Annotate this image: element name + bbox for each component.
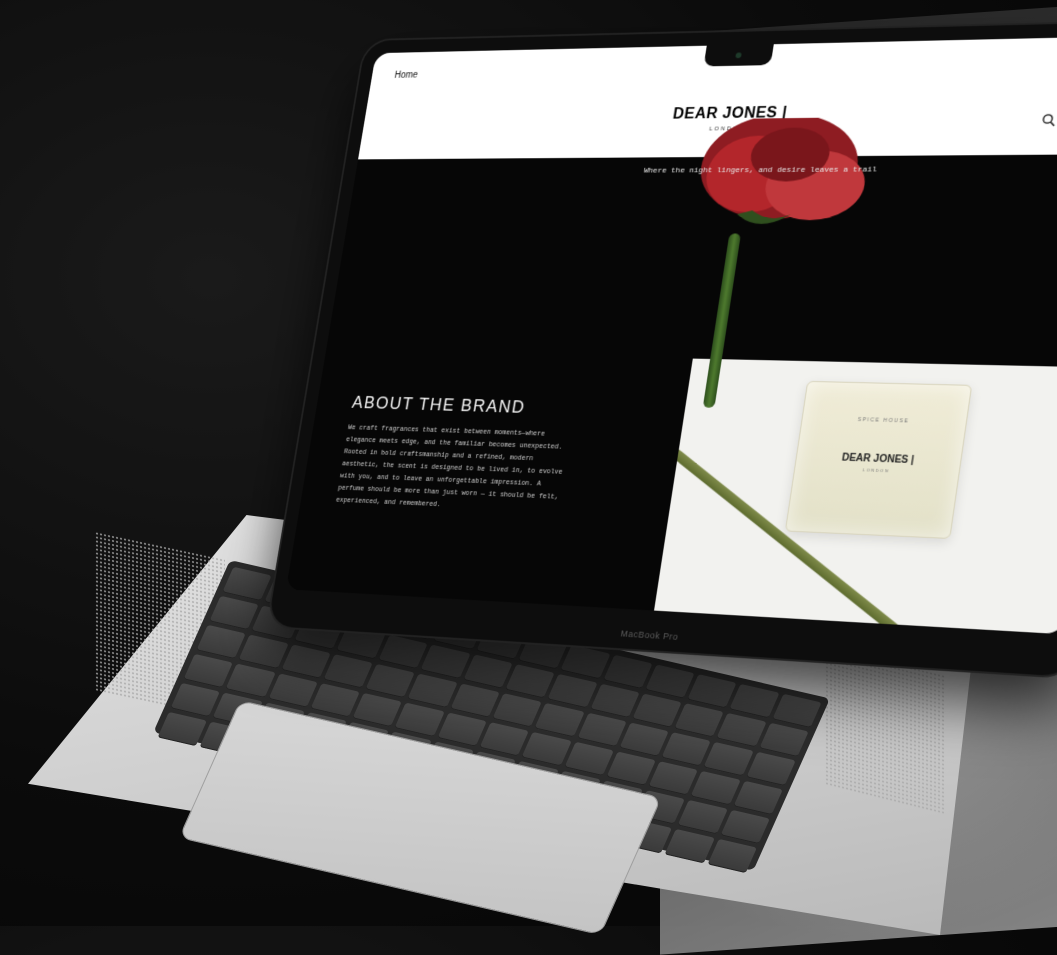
- screen: Home DEAR JONES | LONDON Where the night…: [286, 35, 1057, 635]
- camera-notch: [703, 44, 774, 67]
- nav-home-link[interactable]: Home: [394, 70, 419, 80]
- search-icon[interactable]: [1040, 113, 1057, 127]
- laptop-lid: Home DEAR JONES | LONDON Where the night…: [0, 0, 1057, 926]
- rose-image: [693, 116, 870, 224]
- hero-tagline: Where the night lingers, and desire leav…: [643, 165, 878, 176]
- perfume-bottle: SPICE HOUSE DEAR JONES | LONDON: [784, 380, 973, 540]
- device-model-label: MacBook Pro: [619, 628, 679, 642]
- camera-icon: [735, 52, 742, 59]
- lid-bezel: Home DEAR JONES | LONDON Where the night…: [267, 21, 1057, 678]
- header-icons: [1040, 112, 1057, 127]
- about-body: We craft fragrances that exist between m…: [335, 424, 563, 509]
- about-title: ABOUT THE BRAND: [350, 392, 527, 417]
- hero-section: Where the night lingers, and desire leav…: [286, 116, 1057, 635]
- bottle-label-top: SPICE HOUSE: [857, 417, 910, 425]
